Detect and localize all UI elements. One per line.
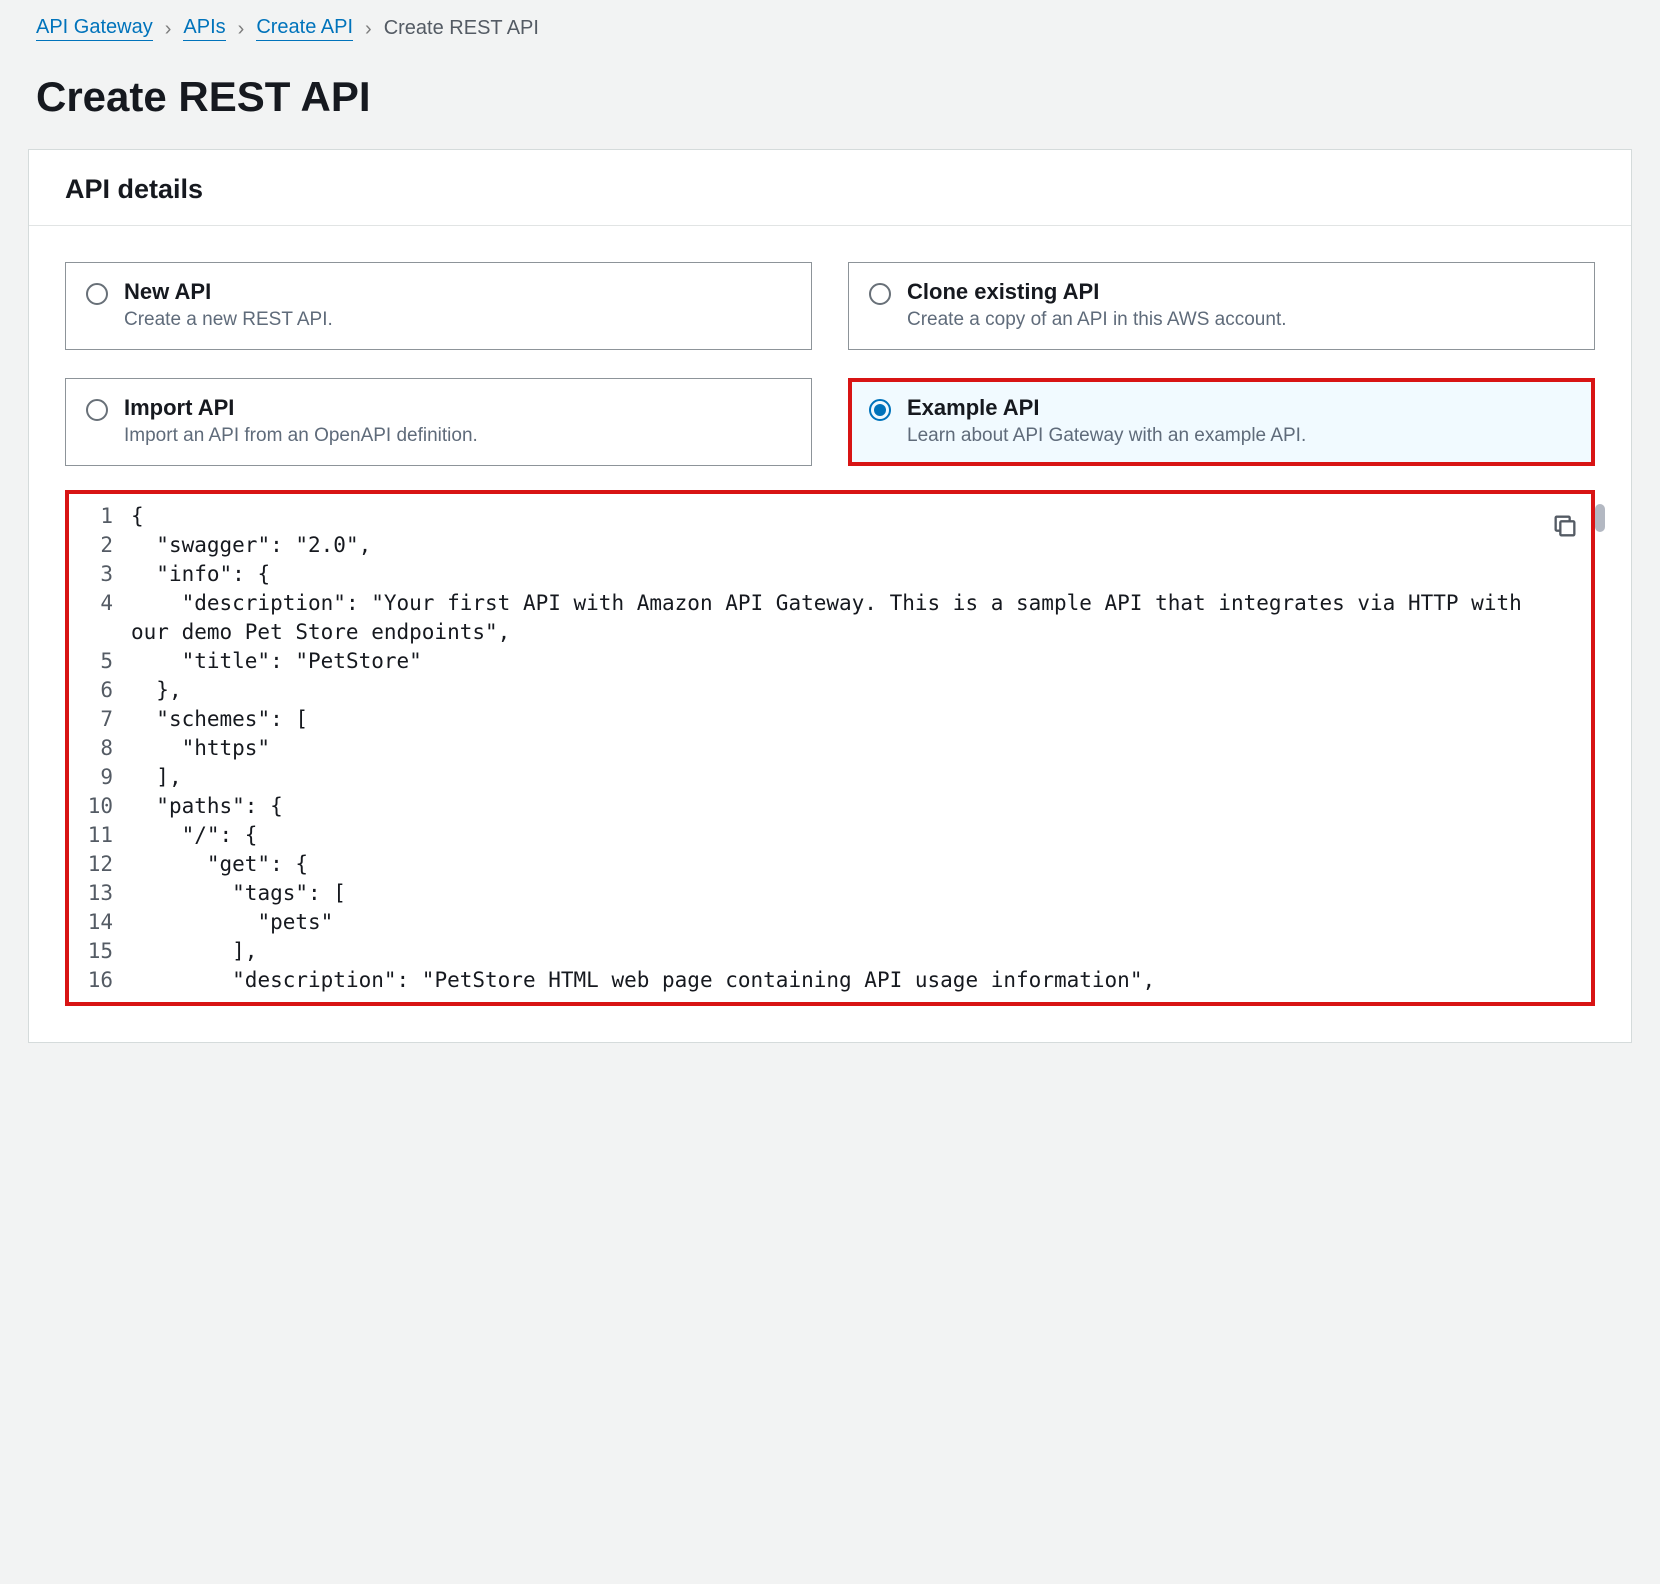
copy-icon[interactable] <box>1551 512 1579 540</box>
code-line: 11 "/": { <box>75 821 1585 850</box>
line-content: "tags": [ <box>131 879 1585 908</box>
line-number: 5 <box>75 647 131 676</box>
code-line: 15 ], <box>75 937 1585 966</box>
option-desc: Import an API from an OpenAPI definition… <box>124 425 478 447</box>
option-title: New API <box>124 279 333 305</box>
line-number: 3 <box>75 560 131 589</box>
line-number: 13 <box>75 879 131 908</box>
code-line: 16 "description": "PetStore HTML web pag… <box>75 966 1585 995</box>
example-api-definition: 1{2 "swagger": "2.0",3 "info": {4 "descr… <box>65 490 1595 1006</box>
option-title: Clone existing API <box>907 279 1287 305</box>
code-line: 9 ], <box>75 763 1585 792</box>
radio-icon <box>86 283 108 305</box>
option-desc: Learn about API Gateway with an example … <box>907 425 1306 447</box>
line-number: 16 <box>75 966 131 995</box>
line-number: 14 <box>75 908 131 937</box>
code-line: 4 "description": "Your first API with Am… <box>75 589 1585 647</box>
line-number: 7 <box>75 705 131 734</box>
api-details-panel: API details New API Create a new REST AP… <box>28 149 1632 1043</box>
line-content: "info": { <box>131 560 1585 589</box>
line-content: "get": { <box>131 850 1585 879</box>
code-line: 6 }, <box>75 676 1585 705</box>
code-line: 12 "get": { <box>75 850 1585 879</box>
line-content: ], <box>131 763 1585 792</box>
option-example-api[interactable]: Example API Learn about API Gateway with… <box>848 378 1595 466</box>
breadcrumb: API Gateway › APIs › Create API › Create… <box>0 12 1660 49</box>
line-number: 15 <box>75 937 131 966</box>
breadcrumb-current: Create REST API <box>384 17 539 40</box>
line-content: "description": "Your first API with Amaz… <box>131 589 1585 647</box>
line-content: "swagger": "2.0", <box>131 531 1585 560</box>
breadcrumb-link-api-gateway[interactable]: API Gateway <box>36 16 153 41</box>
line-number: 6 <box>75 676 131 705</box>
code-line: 1{ <box>75 502 1585 531</box>
line-content: "pets" <box>131 908 1585 937</box>
code-line: 13 "tags": [ <box>75 879 1585 908</box>
code-block[interactable]: 1{2 "swagger": "2.0",3 "info": {4 "descr… <box>75 502 1585 994</box>
line-content: "https" <box>131 734 1585 763</box>
line-number: 4 <box>75 589 131 647</box>
api-type-options: New API Create a new REST API. Clone exi… <box>29 226 1631 490</box>
option-title: Example API <box>907 395 1306 421</box>
code-line: 8 "https" <box>75 734 1585 763</box>
line-number: 1 <box>75 502 131 531</box>
breadcrumb-link-apis[interactable]: APIs <box>183 16 225 41</box>
line-content: "paths": { <box>131 792 1585 821</box>
option-title: Import API <box>124 395 478 421</box>
radio-icon <box>869 283 891 305</box>
scrollbar-thumb[interactable] <box>1595 504 1605 532</box>
option-desc: Create a new REST API. <box>124 309 333 331</box>
panel-header: API details <box>29 150 1631 226</box>
option-new-api[interactable]: New API Create a new REST API. <box>65 262 812 350</box>
line-content: "schemes": [ <box>131 705 1585 734</box>
option-desc: Create a copy of an API in this AWS acco… <box>907 309 1287 331</box>
line-content: ], <box>131 937 1585 966</box>
chevron-right-icon: › <box>165 19 172 39</box>
code-line: 2 "swagger": "2.0", <box>75 531 1585 560</box>
line-content: "description": "PetStore HTML web page c… <box>131 966 1585 995</box>
line-content: "title": "PetStore" <box>131 647 1585 676</box>
line-content: "/": { <box>131 821 1585 850</box>
line-content: { <box>131 502 1585 531</box>
code-line: 3 "info": { <box>75 560 1585 589</box>
page-title: Create REST API <box>0 49 1660 149</box>
code-line: 10 "paths": { <box>75 792 1585 821</box>
option-import-api[interactable]: Import API Import an API from an OpenAPI… <box>65 378 812 466</box>
line-content: }, <box>131 676 1585 705</box>
breadcrumb-link-create-api[interactable]: Create API <box>256 16 353 41</box>
line-number: 2 <box>75 531 131 560</box>
line-number: 9 <box>75 763 131 792</box>
line-number: 8 <box>75 734 131 763</box>
line-number: 12 <box>75 850 131 879</box>
radio-icon <box>86 399 108 421</box>
code-line: 7 "schemes": [ <box>75 705 1585 734</box>
option-clone-api[interactable]: Clone existing API Create a copy of an A… <box>848 262 1595 350</box>
radio-icon <box>869 399 891 421</box>
line-number: 10 <box>75 792 131 821</box>
line-number: 11 <box>75 821 131 850</box>
code-line: 14 "pets" <box>75 908 1585 937</box>
code-line: 5 "title": "PetStore" <box>75 647 1585 676</box>
chevron-right-icon: › <box>365 19 372 39</box>
chevron-right-icon: › <box>238 19 245 39</box>
